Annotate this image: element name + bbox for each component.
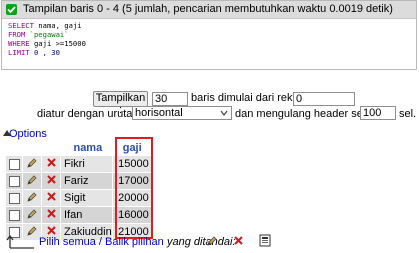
repeat-unit-label: sel.: [399, 108, 417, 120]
order-select-value: horisontal: [135, 107, 183, 119]
order-label: diatur dengan urutan: [37, 108, 139, 120]
row-checkbox[interactable]: [8, 209, 20, 221]
pencil-icon[interactable]: [206, 235, 218, 250]
row-checkbox[interactable]: [8, 158, 20, 170]
options-link[interactable]: Options: [9, 128, 47, 140]
row-checkbox-cell: [6, 207, 22, 223]
row-checkbox[interactable]: [8, 192, 20, 204]
start-record-input[interactable]: [293, 92, 355, 106]
delete-icon[interactable]: [46, 174, 57, 188]
row-edit-cell: [23, 156, 41, 172]
row-edit-cell: [23, 207, 41, 223]
row-delete-cell: [42, 190, 60, 206]
delete-icon[interactable]: [46, 208, 57, 222]
show-rows-button[interactable]: Tampilkan :: [93, 91, 148, 116]
row-checkbox[interactable]: [8, 175, 20, 187]
query-result-box: Tampilan baris 0 - 4 (5 jumlah, pencaria…: [1, 0, 417, 70]
arrow-up-left-icon: [6, 234, 36, 253]
row-edit-cell: [23, 173, 41, 189]
row-checkbox-cell: [6, 173, 22, 189]
repeat-header-input[interactable]: [360, 106, 396, 120]
row-checkbox-cell: [6, 190, 22, 206]
sql-where-keyword: WHERE: [8, 39, 30, 48]
sql-query: SELECT nama, gaji FROM `pegawai` WHERE g…: [8, 21, 86, 57]
sql-from-table: `pegawai`: [25, 30, 69, 39]
row-delete-cell: [42, 156, 60, 172]
delete-icon[interactable]: [233, 235, 244, 249]
cell-nama: Ifan: [61, 207, 112, 223]
row-delete-cell: [42, 207, 60, 223]
row-delete-cell: [42, 173, 60, 189]
status-header: Tampilan baris 0 - 4 (5 jumlah, pencaria…: [2, 1, 416, 19]
pencil-icon[interactable]: [26, 174, 38, 189]
pencil-icon[interactable]: [26, 157, 38, 172]
cell-nama: Fariz: [61, 173, 112, 189]
export-icon[interactable]: [259, 234, 271, 250]
cell-nama: Sigit: [61, 190, 112, 206]
row-edit-cell: [23, 190, 41, 206]
sql-from-keyword: FROM: [8, 30, 26, 39]
sql-select-keyword: SELECT: [8, 21, 34, 30]
sql-limit-keyword: LIMIT: [8, 48, 30, 57]
pencil-icon[interactable]: [26, 191, 38, 206]
delete-icon[interactable]: [46, 191, 57, 205]
pencil-icon[interactable]: [26, 208, 38, 223]
status-message: Tampilan baris 0 - 4 (5 jumlah, pencaria…: [23, 3, 393, 15]
sql-limit-values: 0 , 30: [29, 48, 60, 57]
actions-header: [6, 141, 60, 155]
select-all-link[interactable]: Pilih semua / Balik pilihan: [39, 236, 164, 248]
gaji-highlight-box: [115, 137, 153, 239]
column-header-nama[interactable]: nama: [61, 141, 112, 155]
cell-nama: Fikri: [61, 156, 112, 172]
with-selected-label: yang ditandai:: [167, 236, 236, 248]
sql-where-condition: gaji >=15000: [29, 39, 86, 48]
sql-select-columns: nama, gaji: [33, 21, 82, 30]
row-checkbox-cell: [6, 156, 22, 172]
order-select[interactable]: horisontal: [132, 106, 232, 120]
check-icon: [6, 4, 17, 15]
chevron-down-icon: [220, 108, 228, 121]
delete-icon[interactable]: [46, 157, 57, 171]
rows-count-input[interactable]: [152, 92, 188, 106]
